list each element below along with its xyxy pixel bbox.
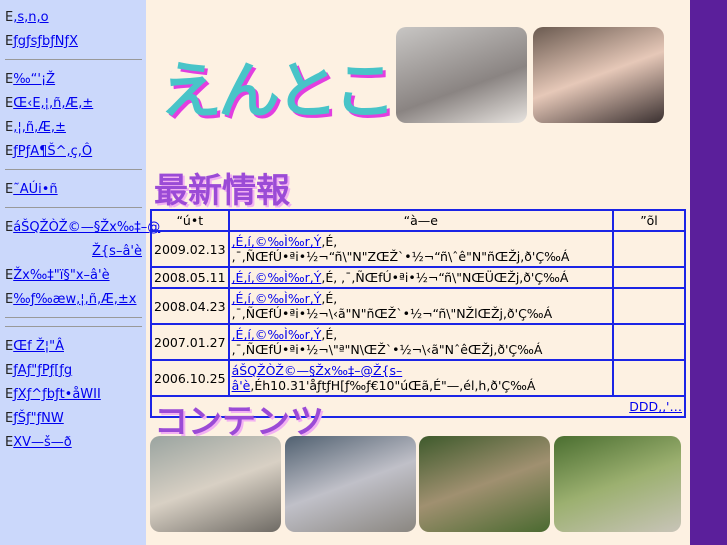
content-photo-3[interactable]: [419, 436, 550, 532]
news-text: ,Éh10.31'åƒtƒH[ƒ‰ƒ€10"úŒã,É"—,él‚h,ð'Ç‰Á: [250, 378, 536, 393]
sidebar-item: EƒAƒ"ƒPƒ[ƒg: [5, 359, 142, 383]
col-date: “ú•t: [150, 209, 230, 232]
content-photo-2[interactable]: [285, 436, 416, 532]
sidebar-link[interactable]: ƒŠƒ"ƒNW: [13, 411, 64, 426]
divider: [5, 59, 142, 60]
news-date: 2007.01.27: [150, 323, 230, 361]
news-link[interactable]: ,É,í,©‰Ì‰r,Ý: [232, 270, 322, 285]
divider: [5, 326, 142, 327]
divider: [5, 317, 142, 318]
sidebar-item: E˜AÚi•ñ: [5, 178, 142, 202]
site-logo: えんとこ: [160, 54, 396, 127]
sidebar-link[interactable]: Œ‹E,¦,ñ,Æ,±: [13, 96, 93, 111]
sidebar-item: E‰ƒ‰æw,¦,ñ,Æ,±x: [5, 288, 142, 312]
sidebar-link[interactable]: ‰“'¡Ž: [13, 72, 55, 87]
header-photo-patient: [396, 27, 527, 123]
bullet: E: [5, 96, 14, 111]
sidebar-link[interactable]: ƒAƒ"ƒPƒ[ƒg: [13, 363, 72, 378]
news-row: 2008.04.23 ,É,í,©‰Ì‰r,Ý,É, ,¯,ÑŒfÚ•ªi•½¬\…: [150, 287, 686, 325]
bullet: E: [5, 120, 14, 135]
news-date: 2008.05.11: [150, 266, 230, 289]
bullet: E: [5, 182, 14, 197]
sidebar-link[interactable]: XV—š—ð: [13, 435, 72, 450]
bullet: E: [5, 387, 14, 402]
right-border: [690, 0, 727, 545]
sidebar-link[interactable]: Ž{s–â'è: [92, 244, 142, 259]
sidebar-link[interactable]: ,¦,ñ,Æ,±: [13, 120, 66, 135]
sidebar-link[interactable]: ‰ƒ‰æw,¦,ñ,Æ,±x: [13, 292, 136, 307]
sidebar-item: EƒXƒ^ƒbƒt•åWII: [5, 383, 142, 407]
sidebar-item: EŽx‰‡"ï§"x–â'è: [5, 264, 142, 288]
news-note: [612, 230, 686, 268]
sidebar-item: EƒgƒsƒbƒNƒX: [5, 30, 142, 54]
col-content: “à—e: [227, 209, 615, 232]
news-heading: 最新情報: [154, 171, 290, 211]
sidebar-item: E,s,n,o: [5, 6, 142, 30]
news-link[interactable]: ,É,í,©‰Ì‰r,Ý: [232, 234, 322, 249]
sidebar-link[interactable]: Žx‰‡"ï§"x–â'è: [13, 268, 109, 283]
sidebar-item: EƒŠƒ"ƒNW: [5, 407, 142, 431]
news-date: 2006.10.25: [150, 359, 230, 397]
news-note: [612, 359, 686, 397]
sidebar-link[interactable]: áŠQŽÒŽ©—§Žx‰‡–@: [13, 220, 160, 235]
main: えんとこ 最新情報 “ú•t “à—e ”õl 2009.02.13 ,É,í,©…: [146, 0, 690, 545]
bullet: E: [5, 435, 14, 450]
news-date: 2008.04.23: [150, 287, 230, 325]
bullet: E: [5, 292, 14, 307]
divider: [5, 169, 142, 170]
news-table: “ú•t “à—e ”õl 2009.02.13 ,É,í,©‰Ì‰r,Ý,É, …: [150, 209, 686, 418]
sidebar-link[interactable]: Œf Ž¦"Â: [13, 339, 64, 354]
news-date: 2009.02.13: [150, 230, 230, 268]
bullet: E: [5, 34, 14, 49]
sidebar-link[interactable]: ˜AÚi•ñ: [13, 182, 57, 197]
more-link[interactable]: DDD‚‚'…: [629, 399, 682, 414]
sidebar-item: E‰“'¡Ž: [5, 68, 142, 92]
bullet: E: [5, 144, 14, 159]
news-row: 2009.02.13 ,É,í,©‰Ì‰r,Ý,É, ,¯,ÑŒfÚ•ªi•½¬“…: [150, 230, 686, 268]
bullet: E: [5, 268, 14, 283]
header-photo-group: [533, 27, 664, 123]
news-link[interactable]: ,É,í,©‰Ì‰r,Ý: [232, 327, 322, 342]
sidebar-link[interactable]: ƒPƒA¶Š^,ç,Ô: [13, 144, 92, 159]
content-photo-1[interactable]: [150, 436, 281, 532]
sidebar-item: EŒf Ž¦"Â: [5, 335, 142, 359]
sidebar-item: EƒPƒA¶Š^,ç,Ô: [5, 140, 142, 164]
bullet: E: [5, 10, 14, 25]
news-row: 2006.10.25 áŠQŽÒŽ©—§Žx‰‡–@Ž{s–â'è,Éh10.31…: [150, 359, 686, 397]
sidebar-item: EXV—š—ð: [5, 431, 142, 455]
sidebar-link[interactable]: ƒgƒsƒbƒNƒX: [13, 34, 78, 49]
news-row: 2008.05.11 ,É,í,©‰Ì‰r,Ý,É, ,¯,ÑŒfÚ•ªi•½¬“…: [150, 266, 686, 289]
sidebar-item: EáŠQŽÒŽ©—§Žx‰‡–@: [5, 216, 160, 240]
sidebar-item: Ž{s–â'è: [5, 240, 142, 264]
news-text: ,É, ,¯,ÑŒfÚ•ªi•½¬“ñ\"NŒÜŒŽj,ð'Ç‰Á: [321, 270, 569, 285]
sidebar-link[interactable]: ƒXƒ^ƒbƒt•åWII: [13, 387, 101, 402]
sidebar-link[interactable]: ,s,n,o: [13, 10, 48, 25]
bullet: E: [5, 411, 14, 426]
news-link[interactable]: ,É,í,©‰Ì‰r,Ý: [232, 291, 322, 306]
sidebar: E,s,n,o EƒgƒsƒbƒNƒX E‰“'¡Ž EŒ‹E,¦,ñ,Æ,± E,¦,…: [0, 0, 160, 545]
sidebar-item: E,¦,ñ,Æ,±: [5, 116, 142, 140]
bullet: E: [5, 363, 14, 378]
news-row: 2007.01.27 ,É,í,©‰Ì‰r,Ý,É, ,¯,ÑŒfÚ•ªi•½¬\…: [150, 323, 686, 361]
sidebar-item: EŒ‹E,¦,ñ,Æ,±: [5, 92, 142, 116]
news-note: [612, 323, 686, 361]
col-note: ”õl: [612, 209, 686, 232]
content-photo-4[interactable]: [554, 436, 681, 532]
bullet: E: [5, 72, 14, 87]
news-note: [612, 266, 686, 289]
news-note: [612, 287, 686, 325]
bullet: E: [5, 339, 14, 354]
divider: [5, 207, 142, 208]
bullet: E: [5, 220, 14, 235]
